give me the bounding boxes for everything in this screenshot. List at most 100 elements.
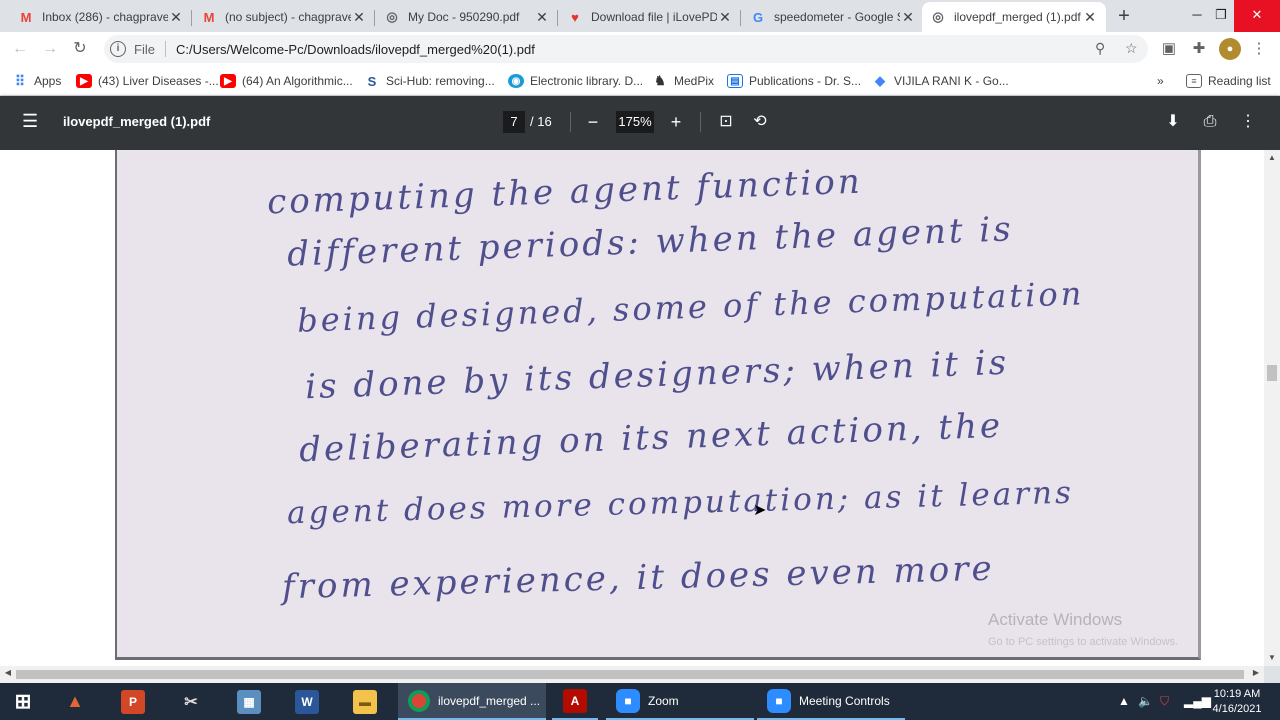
tab-separator <box>740 10 741 26</box>
taskbar-chrome[interactable]: ilovepdf_merged ... <box>398 683 546 720</box>
globe-icon: ◎ <box>386 9 398 24</box>
hamburger-menu-icon[interactable]: ☰ <box>22 111 42 131</box>
close-icon[interactable]: ✕ <box>900 9 916 26</box>
bookmark-medpix[interactable]: ♞ MedPix <box>652 72 714 90</box>
tray-chevron-icon[interactable]: ▲ <box>1118 683 1130 720</box>
scroll-down-icon[interactable]: ▼ <box>1264 653 1280 662</box>
bookmark-apps[interactable]: ⠿ Apps <box>12 72 62 90</box>
vertical-scrollbar[interactable]: ▲ ▼ <box>1264 150 1280 666</box>
mouse-cursor-icon: ➤ <box>753 502 767 519</box>
fit-to-page-icon[interactable]: ⊡ <box>715 111 737 133</box>
reload-icon[interactable]: ↻ <box>68 37 92 61</box>
taskbar-acrobat[interactable]: A <box>552 683 598 720</box>
calculator-icon: ▦ <box>237 689 261 714</box>
close-icon[interactable]: ✕ <box>351 9 367 26</box>
info-icon[interactable]: i <box>110 41 126 57</box>
bookmark-algorithmic[interactable]: ▶ (64) An Algorithmic... <box>220 72 353 90</box>
youtube-icon: ▶ <box>76 74 92 88</box>
address-bar[interactable]: i File C:/Users/Welcome-Pc/Downloads/ilo… <box>104 35 1148 63</box>
bookmark-liver-diseases[interactable]: ▶ (43) Liver Diseases -... <box>76 72 219 90</box>
bookmark-label: VIJILA RANI K - Go... <box>894 74 1009 88</box>
handwritten-line: from experience, it does even more <box>281 548 996 608</box>
taskbar-word[interactable]: W <box>284 683 330 720</box>
forward-arrow-icon[interactable]: → <box>38 37 62 61</box>
scroll-right-icon[interactable]: ▶ <box>1248 668 1264 677</box>
print-icon[interactable]: ⎙ <box>1199 111 1221 133</box>
youtube-icon: ▶ <box>220 74 236 88</box>
new-tab-icon[interactable]: + <box>1112 4 1136 28</box>
close-icon[interactable]: ✕ <box>717 9 733 26</box>
bookmark-vijila-rani[interactable]: ◆ VIJILA RANI K - Go... <box>872 72 1009 90</box>
tab-ilovepdf-download[interactable]: ♥ Download file | iLovePDF ✕ <box>559 2 741 32</box>
url-text[interactable]: C:/Users/Welcome-Pc/Downloads/ilovepdf_m… <box>176 42 535 57</box>
window-close-icon[interactable]: ✕ <box>1234 0 1280 32</box>
chrome-icon <box>408 689 430 712</box>
reading-list-label: Reading list <box>1208 74 1271 88</box>
taskbar-meeting-controls[interactable]: ■ Meeting Controls <box>757 683 905 720</box>
page-number-input[interactable]: 7 <box>503 111 525 133</box>
scroll-left-icon[interactable]: ◀ <box>0 668 16 677</box>
horizontal-scrollbar[interactable]: ◀ ▶ <box>0 666 1264 683</box>
taskbar-calculator[interactable]: ▦ <box>226 683 272 720</box>
bookmark-label: Sci-Hub: removing... <box>386 74 495 88</box>
tab-title: (no subject) - chagprave <box>225 10 351 24</box>
zoom-icon: ■ <box>616 688 640 713</box>
taskbar-matlab[interactable]: ▲ <box>52 683 98 720</box>
google-icon: G <box>752 9 764 25</box>
scrollbar-thumb[interactable] <box>16 670 1244 679</box>
word-icon: W <box>295 689 319 714</box>
profile-avatar[interactable]: ● <box>1219 38 1241 60</box>
scrollbar-thumb[interactable] <box>1267 365 1277 381</box>
bookmark-label: Publications - Dr. S... <box>749 74 862 88</box>
taskbar-label: Zoom <box>648 693 679 708</box>
extension-icon[interactable]: ▣ <box>1158 38 1180 60</box>
tab-ilovepdf-merged[interactable]: ◎ ilovepdf_merged (1).pdf ✕ <box>922 2 1106 32</box>
tab-inbox[interactable]: M Inbox (286) - chagprave ✕ <box>10 2 192 32</box>
scholar-icon: ◆ <box>875 73 885 88</box>
taskbar-powerpoint[interactable]: P <box>110 683 156 720</box>
system-clock[interactable]: 10:19 AM 4/16/2021 <box>1206 687 1268 717</box>
restore-icon[interactable]: ❐ <box>1204 0 1238 32</box>
rotate-icon[interactable]: ⟲ <box>749 111 771 133</box>
bookmark-scihub[interactable]: S Sci-Hub: removing... <box>364 72 495 90</box>
bookmark-electronic-library[interactable]: ◉ Electronic library. D... <box>508 72 643 90</box>
close-icon[interactable]: ✕ <box>534 9 550 26</box>
pdf-document-area[interactable]: computing the agent function different p… <box>0 150 1264 666</box>
scroll-up-icon[interactable]: ▲ <box>1264 153 1280 162</box>
taskbar-file-explorer[interactable]: ▬ <box>342 683 388 720</box>
tab-title: Inbox (286) - chagprave <box>42 10 168 24</box>
acrobat-icon: A <box>563 688 587 713</box>
reading-list[interactable]: ≡ Reading list <box>1186 72 1271 90</box>
tab-title: ilovepdf_merged (1).pdf <box>954 10 1081 24</box>
puzzle-extensions-icon[interactable]: ✚ <box>1188 38 1210 60</box>
tab-no-subject[interactable]: M (no subject) - chagprave ✕ <box>193 2 375 32</box>
bookmark-publications[interactable]: ▤ Publications - Dr. S... <box>727 72 861 90</box>
zoom-in-icon[interactable]: + <box>665 111 687 133</box>
volume-icon[interactable]: 🔈 <box>1138 683 1153 720</box>
antivirus-shield-icon[interactable]: ⛉ <box>1160 683 1169 720</box>
tab-speedometer[interactable]: G speedometer - Google S ✕ <box>742 2 924 32</box>
zoom-magnifier-icon[interactable]: ⚲ <box>1095 40 1105 57</box>
kebab-menu-icon[interactable]: ⋮ <box>1248 38 1270 60</box>
more-options-icon[interactable]: ⋮ <box>1237 111 1259 133</box>
close-icon[interactable]: ✕ <box>1082 9 1098 26</box>
clock-time: 10:19 AM <box>1213 688 1261 700</box>
tab-separator <box>557 10 558 26</box>
taskbar-snipping-tool[interactable]: ✂ <box>168 683 214 720</box>
close-icon[interactable]: ✕ <box>168 9 184 26</box>
more-bookmarks-icon[interactable]: » <box>1157 72 1164 90</box>
taskbar-label: Meeting Controls <box>799 693 890 708</box>
bookmark-star-icon[interactable]: ☆ <box>1125 40 1138 57</box>
globe-icon: ◎ <box>932 9 944 24</box>
taskbar-label: ilovepdf_merged ... <box>438 693 541 708</box>
bookmark-label: MedPix <box>674 74 715 88</box>
download-icon[interactable]: ⬇ <box>1162 111 1184 133</box>
tab-my-doc[interactable]: ◎ My Doc - 950290.pdf ✕ <box>376 2 558 32</box>
back-arrow-icon[interactable]: ← <box>8 37 32 61</box>
medpix-icon: ♞ <box>654 73 666 88</box>
start-button[interactable]: ⊞ <box>0 683 46 720</box>
zoom-icon: ■ <box>767 688 791 713</box>
zoom-out-icon[interactable]: − <box>582 111 604 133</box>
taskbar-zoom[interactable]: ■ Zoom <box>606 683 754 720</box>
zoom-level-input[interactable]: 175% <box>616 111 654 133</box>
